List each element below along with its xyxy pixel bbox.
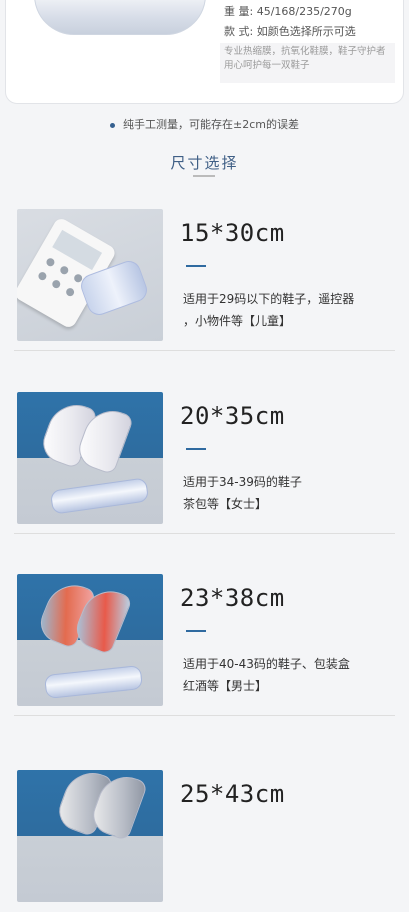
weight-value: 45/168/235/270g [256,5,352,18]
film-roll-icon [44,664,143,700]
sneakers-and-film-image [17,770,163,902]
divider [14,715,395,716]
remote-and-film-image [17,209,163,341]
divider [14,533,395,534]
size-option-card[interactable]: 20*35cm 适用于34-39码的鞋子 茶包等【女士】 [0,366,409,534]
size-label: 20*35cm [180,402,285,430]
accent-dash [186,448,206,450]
size-option-card[interactable]: 23*38cm 适用于40-43码的鞋子、包装盒 红酒等【男士】 [0,548,409,716]
size-description: 适用于29码以下的鞋子，遥控器 ，小物件等【儿童】 [183,292,355,328]
spec-note: 专业热缩膜，抗氧化鞋膜，鞋子守护者用心呵护每一双鞋子 [220,43,395,83]
measure-note: 纯手工测量，可能存在±2cm的误差 [0,116,409,132]
size-label: 25*43cm [180,780,285,808]
sneakers-and-film-image [17,574,163,706]
style-value: 如颜色选择所示可选 [256,25,356,38]
bullet-dot-icon [110,122,115,128]
divider [14,350,395,351]
accent-dash [186,265,206,267]
size-label: 15*30cm [180,219,285,247]
size-option-card[interactable]: 25*43cm [0,744,409,912]
section-title-underline [193,175,215,177]
size-description: 适用于34-39码的鞋子 茶包等【女士】 [183,475,302,511]
size-option-card[interactable]: 15*30cm 适用于29码以下的鞋子，遥控器 ，小物件等【儿童】 [0,183,409,351]
film-roll-icon [49,477,150,515]
style-label: 款 式: [224,25,254,38]
sneakers-and-film-image [17,392,163,524]
weight-label: 重 量: [224,5,254,18]
measure-note-text: 纯手工测量，可能存在±2cm的误差 [123,118,299,131]
weight-row: 重 量: 45/168/235/270g [224,3,352,19]
section-title: 尺寸选择 [170,154,239,172]
size-description: 适用于40-43码的鞋子、包装盒 红酒等【男士】 [183,657,350,693]
accent-dash [186,630,206,632]
film-roll-image [34,0,206,35]
style-row: 款 式: 如颜色选择所示可选 [224,23,356,39]
size-label: 23*38cm [180,584,285,612]
product-spec-card: 重 量: 45/168/235/270g 款 式: 如颜色选择所示可选 专业热缩… [5,0,404,104]
